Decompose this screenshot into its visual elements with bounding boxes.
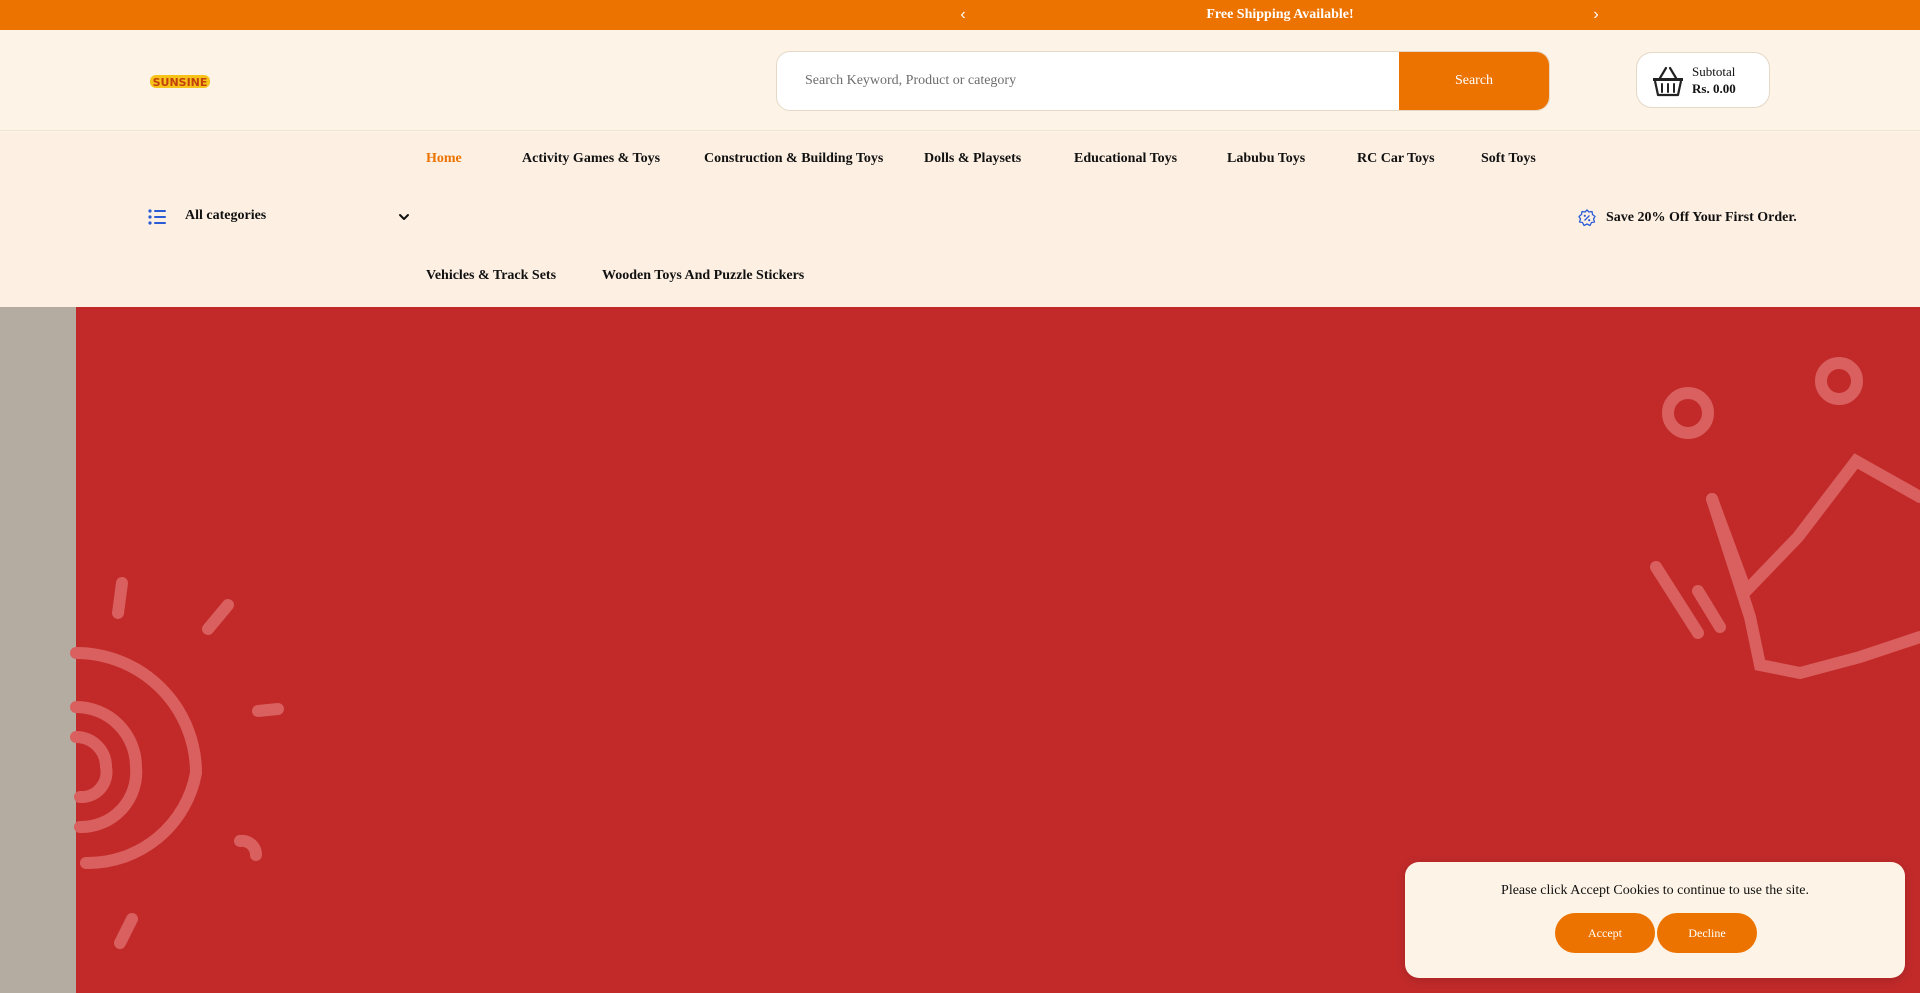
all-categories-dropdown[interactable]: All categories xyxy=(148,204,412,232)
nav-link-rc-car[interactable]: RC Car Toys xyxy=(1357,151,1435,167)
nav-link-home[interactable]: Home xyxy=(426,151,462,167)
accept-cookies-button[interactable]: Accept xyxy=(1555,913,1655,953)
main-navigation: All categories Home Activity Games & Toy… xyxy=(0,132,1920,307)
basket-icon xyxy=(1653,66,1683,97)
nav-link-activity-games[interactable]: Activity Games & Toys xyxy=(522,151,660,167)
nav-link-wooden-toys[interactable]: Wooden Toys And Puzzle Stickers xyxy=(602,268,804,284)
subtotal-label: Subtotal xyxy=(1692,64,1736,79)
nav-link-soft-toys[interactable]: Soft Toys xyxy=(1481,151,1536,167)
chevron-down-icon xyxy=(399,214,409,220)
cart-button[interactable]: Subtotal Rs. 0.00 xyxy=(1636,52,1770,108)
discount-badge-icon xyxy=(1578,209,1596,227)
nav-link-dolls[interactable]: Dolls & Playsets xyxy=(924,151,1021,167)
search-button[interactable]: Search xyxy=(1399,52,1549,110)
svg-text:SUNSINE: SUNSINE xyxy=(153,76,208,89)
announcement-message: Free Shipping Available! xyxy=(1206,7,1354,22)
search-bar: Search xyxy=(776,51,1550,111)
nav-link-construction[interactable]: Construction & Building Toys xyxy=(704,151,883,167)
nav-link-labubu[interactable]: Labubu Toys xyxy=(1227,151,1305,167)
promo-text: Save 20% Off Your First Order. xyxy=(1606,210,1797,225)
list-icon xyxy=(148,209,166,225)
nav-link-educational[interactable]: Educational Toys xyxy=(1074,151,1177,167)
all-categories-label: All categories xyxy=(185,208,267,223)
search-input[interactable] xyxy=(777,52,1400,110)
header: SUNSINE Search Subtotal Rs. 0.00 xyxy=(0,30,1920,131)
decline-cookies-button[interactable]: Decline xyxy=(1657,913,1757,953)
chevron-left-icon[interactable]: ‹ xyxy=(955,5,971,25)
cookie-message: Please click Accept Cookies to continue … xyxy=(1501,883,1809,898)
chevron-right-icon[interactable]: › xyxy=(1588,5,1604,25)
announcement-bar: ‹ Free Shipping Available! › xyxy=(0,0,1920,30)
nav-link-vehicles[interactable]: Vehicles & Track Sets xyxy=(426,268,556,284)
cookie-consent-popup: Please click Accept Cookies to continue … xyxy=(1405,862,1905,978)
sunsine-logo[interactable]: SUNSINE xyxy=(150,70,210,92)
subtotal-value: Rs. 0.00 xyxy=(1692,81,1736,96)
